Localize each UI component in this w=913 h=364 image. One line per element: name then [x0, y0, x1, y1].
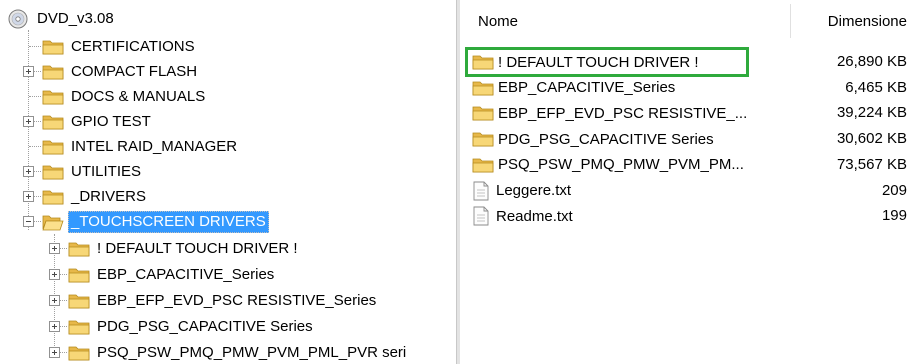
expand-plus-icon[interactable]	[23, 166, 34, 177]
pane-splitter[interactable]	[456, 0, 460, 364]
dvd-disc-icon	[8, 9, 28, 28]
file-size: 26,890 KB	[836, 53, 907, 70]
expand-plus-icon[interactable]	[49, 243, 60, 254]
folder-icon	[68, 346, 90, 360]
tree-subitem-label: PDG_PSG_CAPACITIVE Series	[97, 317, 313, 335]
expand-plus-icon[interactable]	[23, 191, 34, 202]
column-separator[interactable]	[790, 4, 791, 38]
tree-connector	[29, 146, 41, 147]
tree-root-label: DVD_v3.08	[37, 9, 114, 27]
file-size: 30,602 KB	[836, 130, 907, 148]
tree-connector	[29, 96, 41, 97]
tree-item-label: GPIO TEST	[71, 112, 151, 130]
tree-item[interactable]: INTEL RAID_MANAGER	[42, 134, 240, 159]
tree-item[interactable]: _DRIVERS	[42, 184, 149, 209]
tree-item-label: _TOUCHSCREEN DRIVERS	[68, 210, 269, 233]
file-list-row[interactable]: ! DEFAULT TOUCH DRIVER !	[465, 47, 749, 77]
folder-icon	[472, 106, 494, 121]
file-size: 73,567 KB	[836, 155, 907, 173]
text-file-icon	[473, 206, 489, 226]
file-name: ! DEFAULT TOUCH DRIVER !	[498, 53, 699, 71]
folder-icon	[472, 158, 494, 173]
tree-item[interactable]: COMPACT FLASH	[42, 59, 200, 84]
file-name: Leggere.txt	[496, 182, 572, 199]
expand-plus-icon[interactable]	[23, 116, 34, 127]
column-header-size[interactable]: Dimensione	[828, 10, 907, 34]
folder-icon	[42, 165, 64, 179]
tree-item-label: DOCS & MANUALS	[71, 87, 206, 105]
file-size: 39,224 KB	[836, 104, 907, 122]
file-size: 6,465 KB	[845, 78, 907, 96]
tree-item[interactable]: _TOUCHSCREEN DRIVERS	[42, 209, 269, 234]
folder-icon	[42, 40, 64, 54]
folder-icon	[472, 132, 494, 147]
text-file-icon	[473, 181, 489, 200]
tree-subitem-label: EBP_EFP_EVD_PSC RESISTIVE_Series	[97, 291, 377, 309]
tree-item-label: COMPACT FLASH	[71, 62, 198, 80]
folder-tree-pane[interactable]: DVD_v3.08 CERTIFICATIONS COMPACT FLASH DOC…	[0, 0, 455, 364]
tree-connector	[29, 46, 41, 47]
file-list-row[interactable]: Leggere.txt	[472, 179, 910, 203]
file-size: 209	[881, 181, 907, 199]
folder-icon	[42, 90, 64, 104]
file-name: PSQ_PSW_PMQ_PMW_PVM_PM...	[498, 156, 744, 174]
folder-icon	[42, 65, 64, 79]
expand-plus-icon[interactable]	[49, 321, 60, 332]
folder-icon	[68, 320, 90, 334]
folder-icon	[68, 268, 90, 282]
folder-icon	[42, 115, 64, 129]
file-list-row[interactable]: Readme.txt	[472, 204, 910, 228]
folder-icon	[68, 294, 90, 308]
file-name: Readme.txt	[496, 207, 573, 225]
tree-subitem-label: EBP_CAPACITIVE_Series	[97, 265, 275, 283]
column-header-name[interactable]: Nome	[478, 10, 518, 34]
tree-subitem[interactable]: PSQ_PSW_PMQ_PMW_PVM_PML_PVR seri	[68, 340, 409, 364]
tree-item[interactable]: UTILITIES	[42, 159, 144, 184]
folder-icon	[42, 140, 64, 154]
tree-subitem[interactable]: EBP_CAPACITIVE_Series	[68, 262, 277, 287]
tree-subitem-label: PSQ_PSW_PMQ_PMW_PVM_PML_PVR seri	[97, 343, 407, 361]
tree-subitem[interactable]: PDG_PSG_CAPACITIVE Series	[68, 314, 316, 339]
expand-plus-icon[interactable]	[49, 347, 60, 358]
file-name: PDG_PSG_CAPACITIVE Series	[498, 130, 714, 148]
tree-item-label: _DRIVERS	[71, 187, 147, 205]
file-size: 199	[881, 207, 907, 225]
collapse-minus-icon[interactable]	[23, 216, 34, 227]
open-folder-icon	[42, 215, 64, 230]
tree-root-dvd[interactable]: DVD_v3.08	[8, 6, 117, 31]
folder-icon	[68, 242, 90, 256]
tree-item-label: CERTIFICATIONS	[71, 37, 195, 55]
tree-item-label: INTEL RAID_MANAGER	[71, 137, 238, 155]
expand-plus-icon[interactable]	[23, 66, 34, 77]
folder-icon	[472, 55, 494, 70]
expand-plus-icon[interactable]	[49, 269, 60, 280]
tree-subitem-label: ! DEFAULT TOUCH DRIVER !	[97, 239, 298, 257]
expand-plus-icon[interactable]	[49, 295, 60, 306]
folder-icon	[472, 81, 494, 96]
tree-item[interactable]: GPIO TEST	[42, 109, 154, 134]
folder-icon	[42, 190, 64, 204]
tree-item[interactable]: CERTIFICATIONS	[42, 34, 198, 59]
file-list-pane[interactable]: Nome Dimensione ! DEFAULT TOUCH DRIVER !…	[462, 0, 913, 364]
tree-subitem[interactable]: EBP_EFP_EVD_PSC RESISTIVE_Series	[68, 288, 379, 313]
tree-item-label: UTILITIES	[71, 162, 142, 180]
file-name: EBP_CAPACITIVE_Series	[498, 79, 676, 97]
tree-subitem[interactable]: ! DEFAULT TOUCH DRIVER !	[68, 236, 301, 261]
tree-item[interactable]: DOCS & MANUALS	[42, 84, 208, 109]
file-name: EBP_EFP_EVD_PSC RESISTIVE_...	[498, 104, 748, 122]
